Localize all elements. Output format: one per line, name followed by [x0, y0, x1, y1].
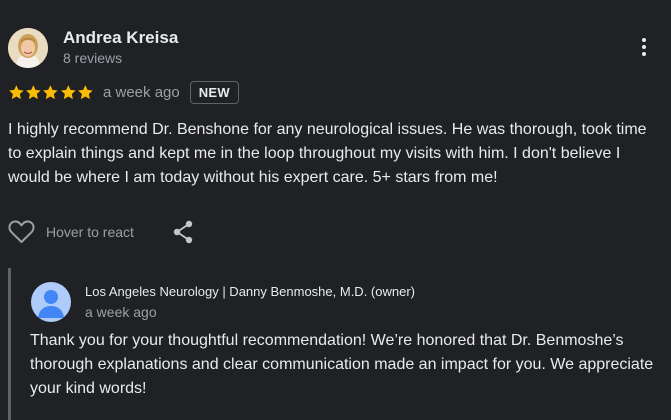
review-actions: Hover to react [8, 218, 194, 246]
owner-avatar [31, 282, 71, 322]
star-icon [60, 84, 76, 99]
reviewer-review-count[interactable]: 8 reviews [63, 50, 122, 66]
reviewer-name[interactable]: Andrea Kreisa [63, 28, 178, 48]
review-text: I highly recommend Dr. Benshone for any … [8, 121, 647, 186]
star-rating [8, 84, 94, 101]
rating-row: a week ago NEW [8, 80, 239, 104]
star-icon [43, 84, 59, 99]
owner-reply: Los Angeles Neurology | Danny Benmoshe, … [8, 268, 671, 420]
star-icon [26, 84, 41, 99]
heart-outline-icon[interactable] [8, 220, 35, 244]
star-icon [9, 84, 24, 99]
new-badge: NEW [189, 80, 239, 104]
owner-reply-date: a week ago [85, 304, 157, 320]
review-card: Andrea Kreisa 8 reviews a week ago NEW I… [0, 0, 671, 420]
owner-reply-text: Thank you for your thoughtful recommenda… [30, 332, 654, 397]
star-icon [77, 84, 93, 99]
owner-name: Los Angeles Neurology | Danny Benmoshe, … [85, 284, 415, 299]
review-date: a week ago [103, 83, 180, 101]
reviewer-avatar[interactable] [8, 28, 48, 68]
more-options-icon[interactable] [636, 36, 652, 62]
share-icon[interactable] [172, 220, 194, 244]
react-label[interactable]: Hover to react [46, 224, 134, 240]
